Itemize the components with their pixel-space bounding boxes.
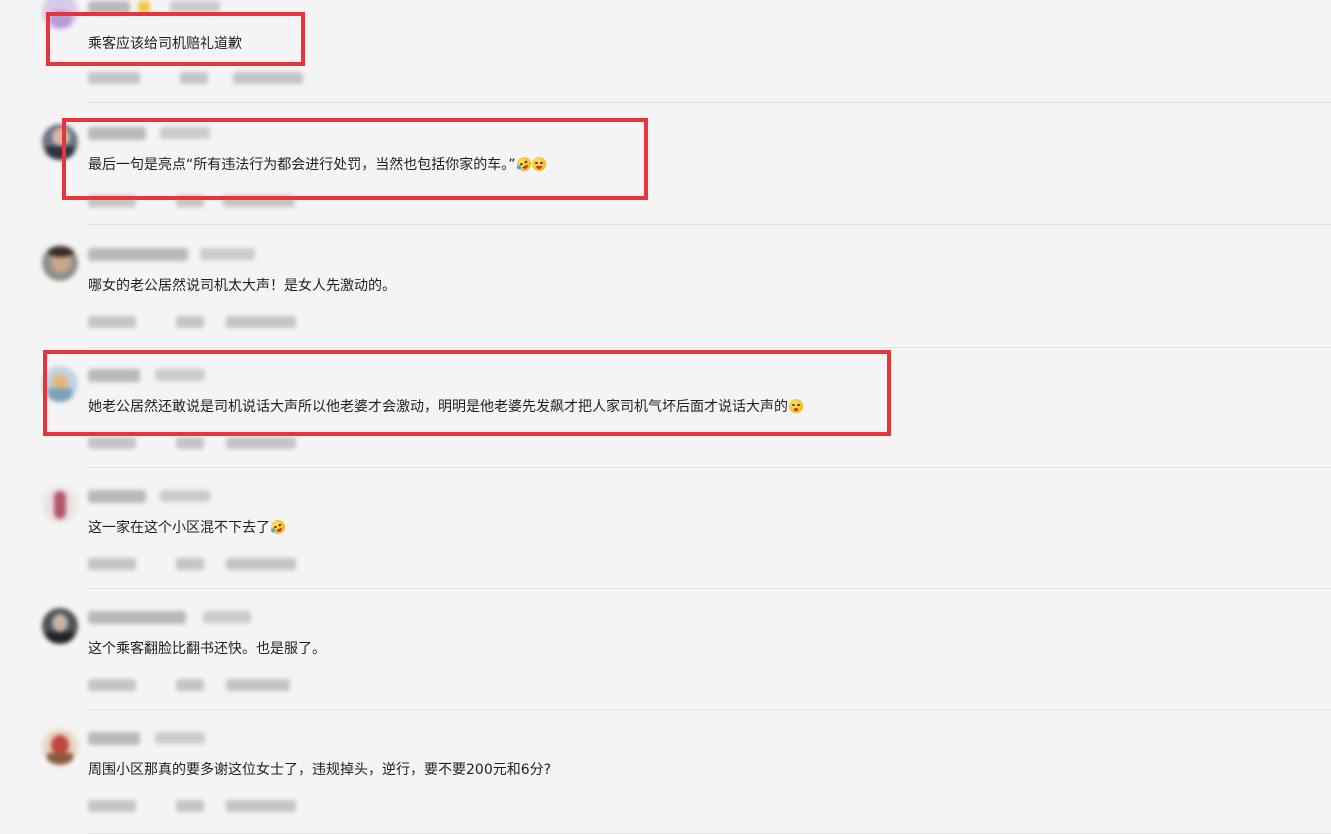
timestamp (160, 490, 210, 502)
vip-badge (138, 1, 150, 13)
comment-actions (88, 70, 318, 86)
reply-button[interactable] (176, 195, 204, 207)
like-button[interactable] (88, 679, 136, 691)
expand-replies-button[interactable] (226, 558, 296, 570)
thinking-emoji (789, 399, 803, 413)
divider (88, 102, 1331, 103)
divider (88, 224, 1331, 225)
avatar[interactable] (42, 124, 78, 160)
comment-text: 这个乘客翻脸比翻书还快。也是服了。 (88, 641, 326, 657)
comment-text: 周围小区那真的要多谢这位女士了，违规掉头，逆行，要不要200元和6分? (88, 762, 552, 778)
comment-item: 她老公居然还敢说是司机说话大声所以他老婆才会激动，明明是他老婆先发飙才把人家司机… (0, 366, 1331, 487)
expand-replies-button[interactable] (226, 316, 296, 328)
comment-item: 哪女的老公居然说司机太大声！是女人先激动的。 (0, 245, 1331, 366)
divider (88, 467, 1331, 468)
expand-replies-button[interactable] (226, 437, 296, 449)
avatar[interactable] (42, 366, 78, 402)
reply-button[interactable] (176, 316, 204, 328)
divider (88, 347, 1331, 348)
like-button[interactable] (88, 558, 136, 570)
comment-actions (88, 314, 318, 330)
expand-replies-button[interactable] (233, 72, 303, 84)
like-button[interactable] (88, 800, 136, 812)
like-button[interactable] (88, 316, 136, 328)
reply-button[interactable] (176, 800, 204, 812)
username[interactable] (88, 732, 140, 745)
avatar[interactable] (42, 729, 78, 765)
comment-item: 乘客应该给司机赔礼道歉 (0, 0, 1331, 119)
comment-actions (88, 556, 318, 572)
comment-actions (88, 798, 318, 814)
divider (88, 588, 1331, 589)
reply-button[interactable] (180, 72, 208, 84)
username[interactable] (88, 248, 188, 261)
comment-actions (88, 677, 318, 693)
divider (88, 709, 1331, 710)
avatar[interactable] (42, 0, 78, 30)
comment-item: 这个乘客翻脸比翻书还快。也是服了。 (0, 608, 1331, 729)
timestamp (160, 127, 210, 139)
comment-text: 最后一句是亮点“所有违法行为都会进行处罚，当然也包括你家的车。” (88, 154, 546, 174)
timestamp (170, 1, 220, 13)
comment-item: 这一家在这个小区混不下去了 (0, 487, 1331, 608)
laugh-tears-emoji (514, 154, 533, 174)
like-button[interactable] (88, 195, 136, 207)
username[interactable] (88, 611, 186, 624)
reply-button[interactable] (176, 679, 204, 691)
avatar[interactable] (42, 245, 78, 281)
comment-item: 最后一句是亮点“所有违法行为都会进行处罚，当然也包括你家的车。” (0, 124, 1331, 245)
expand-replies-button[interactable] (223, 195, 295, 207)
like-button[interactable] (88, 437, 136, 449)
comment-item: 周围小区那真的要多谢这位女士了，违规掉头，逆行，要不要200元和6分? (0, 729, 1331, 834)
comment-text: 她老公居然还敢说是司机说话大声所以他老婆才会激动，明明是他老婆先发飙才把人家司机… (88, 398, 803, 416)
comment-actions (88, 193, 318, 209)
username[interactable] (88, 1, 130, 14)
comment-actions (88, 435, 318, 451)
laugh-tears-emoji (268, 517, 288, 537)
username[interactable] (88, 127, 146, 140)
timestamp (203, 611, 251, 623)
timestamp (155, 732, 205, 744)
avatar[interactable] (42, 487, 78, 523)
username[interactable] (88, 369, 140, 382)
expand-replies-button[interactable] (226, 800, 296, 812)
timestamp (155, 369, 205, 381)
reply-button[interactable] (176, 558, 204, 570)
expand-replies-button[interactable] (226, 679, 290, 691)
timestamp (200, 248, 255, 260)
comment-text: 哪女的老公居然说司机太大声！是女人先激动的。 (88, 278, 396, 294)
username[interactable] (88, 490, 146, 503)
comment-text: 乘客应该给司机赔礼道歉 (88, 36, 242, 52)
avatar[interactable] (42, 608, 78, 644)
comment-text: 这一家在这个小区混不下去了 (88, 517, 288, 537)
grin-emoji (531, 157, 546, 171)
reply-button[interactable] (176, 437, 204, 449)
comment-feed: 乘客应该给司机赔礼道歉 最后一句是亮点“所有违法行为都会进行处罚，当然也包括你家… (0, 0, 1331, 834)
like-button[interactable] (88, 72, 140, 84)
